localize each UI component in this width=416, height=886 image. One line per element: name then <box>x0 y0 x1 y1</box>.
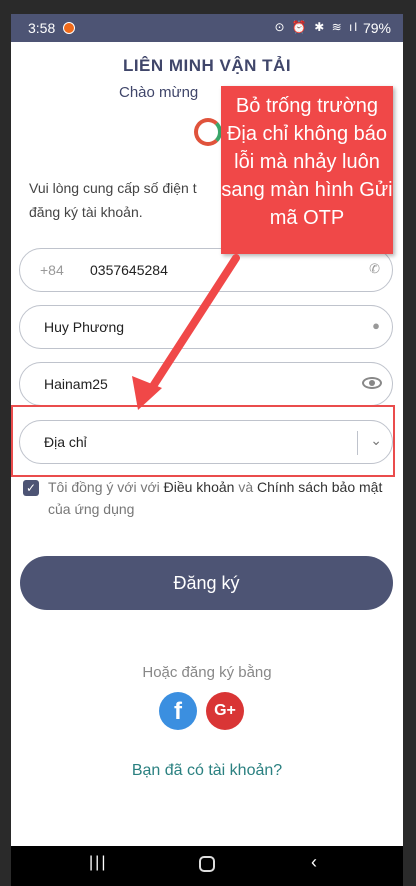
agree-text: Tôi đồng ý với với Điều khoản và Chính s… <box>48 476 388 520</box>
status-icons: ⊙ ⏰ ✱ ≋ ıl <box>274 20 359 34</box>
alt-signup-label: Hoặc đăng ký bằng <box>142 664 272 681</box>
user-icon: ● <box>372 318 380 333</box>
agree-checkbox[interactable]: ✓ <box>23 480 39 496</box>
name-input[interactable]: Huy Phương <box>44 319 124 335</box>
policy-link[interactable]: Chính sách bảo mật <box>257 479 382 495</box>
phone-icon: ✆ <box>369 261 380 276</box>
login-link[interactable]: Bạn đã có tài khoản? <box>11 762 403 780</box>
terms-link[interactable]: Điều khoản <box>164 479 235 495</box>
back-icon[interactable]: ‹ <box>311 852 317 873</box>
status-bar: 3:58 ⊙ ⏰ ✱ ≋ ıl 79% <box>11 14 403 42</box>
password-field[interactable]: Hainam25 <box>19 362 393 406</box>
notification-icon <box>63 22 75 34</box>
nav-bar: ||| ‹ <box>11 846 403 886</box>
google-plus-icon[interactable]: G+ <box>206 692 244 730</box>
intro-text: Vui lòng cung cấp số điện t đăng ký tài … <box>29 180 197 220</box>
register-button[interactable]: Đăng ký <box>20 556 393 610</box>
agree-suffix: của ứng dụng <box>48 501 135 517</box>
clock: 3:58 <box>28 20 56 36</box>
facebook-icon[interactable]: f <box>159 692 197 730</box>
annotation-note: Bỏ trống trường Địa chỉ không báo lỗi mà… <box>221 86 393 254</box>
phone-input[interactable]: 0357645284 <box>90 262 168 278</box>
phone-field[interactable]: +84 0357645284 ✆ <box>19 248 393 292</box>
app-logo-icon <box>194 118 222 146</box>
battery-level: 79% <box>362 20 391 36</box>
home-icon[interactable] <box>199 856 215 872</box>
country-code[interactable]: +84 <box>40 262 64 278</box>
app-title: LIÊN MINH VẬN TẢI <box>122 56 292 75</box>
app-screen: 3:58 ⊙ ⏰ ✱ ≋ ıl 79% LIÊN MINH VẬN TẢI Ch… <box>11 14 403 886</box>
eye-icon[interactable] <box>362 377 382 389</box>
password-input[interactable]: Hainam25 <box>44 376 108 392</box>
agree-and: và <box>234 479 258 495</box>
name-field[interactable]: Huy Phương ● <box>19 305 393 349</box>
agree-prefix: Tôi đồng ý với với <box>48 479 164 495</box>
recents-icon[interactable]: ||| <box>89 854 107 872</box>
welcome-text: Chào mừng <box>119 84 199 101</box>
address-highlight-box <box>11 405 395 477</box>
